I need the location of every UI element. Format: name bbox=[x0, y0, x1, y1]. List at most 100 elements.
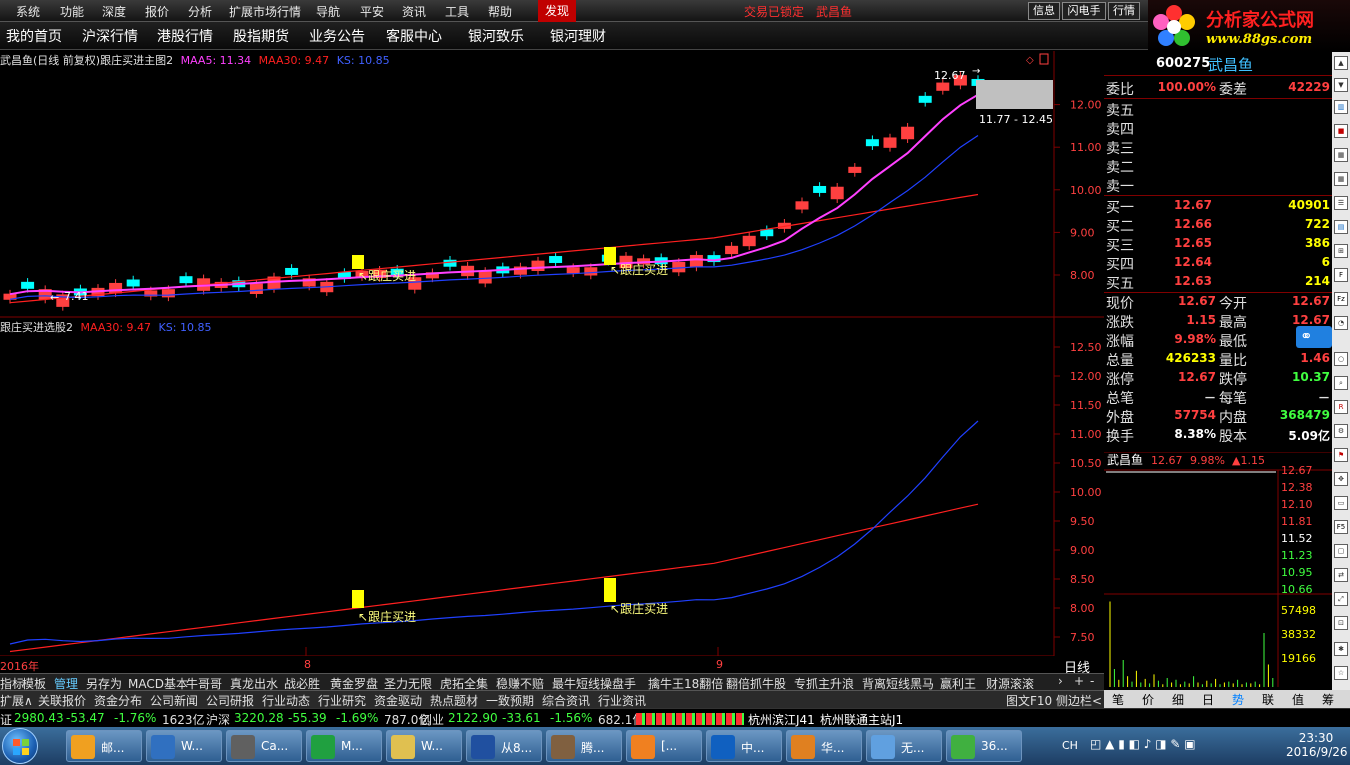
star-icon[interactable]: ☆ bbox=[1334, 666, 1348, 680]
menu-navigate[interactable]: 导航 bbox=[316, 3, 340, 20]
swap-icon[interactable]: ⇄ bbox=[1334, 568, 1348, 582]
taskbar-task[interactable]: 中... bbox=[706, 730, 782, 762]
info-tab[interactable]: 资金驱动 bbox=[374, 692, 422, 709]
taskbar-task[interactable]: M... bbox=[306, 730, 382, 762]
server-site[interactable]: 杭州联通主站J1 bbox=[820, 711, 903, 728]
buy-row[interactable]: 买四 12.64 6 bbox=[1104, 254, 1332, 273]
info-tab[interactable]: 公司研报 bbox=[206, 692, 254, 709]
quote-view-tab[interactable]: 日 bbox=[1202, 691, 1214, 708]
chart-icon[interactable]: ▤ bbox=[1334, 220, 1348, 234]
sell-row[interactable]: 卖四 bbox=[1104, 119, 1332, 138]
menu-pingan[interactable]: 平安 bbox=[360, 3, 384, 20]
quote-view-tab[interactable]: 筹 bbox=[1322, 691, 1334, 708]
taskbar-task[interactable]: W... bbox=[386, 730, 462, 762]
menu-news[interactable]: 资讯 bbox=[402, 3, 426, 20]
menu-discover[interactable]: 发现 bbox=[538, 0, 576, 22]
buy-row[interactable]: 买五 12.63 214 bbox=[1104, 273, 1332, 292]
system-clock[interactable]: 23:30 2016/9/26 bbox=[1286, 731, 1348, 759]
rss-icon[interactable]: R bbox=[1334, 400, 1348, 414]
quote-view-tab[interactable]: 细 bbox=[1172, 691, 1184, 708]
info-tab[interactable]: 综合资讯 bbox=[542, 692, 590, 709]
server-site[interactable]: 杭州滨江J41 bbox=[748, 711, 815, 728]
quote-view-tab[interactable]: 笔 bbox=[1112, 691, 1124, 708]
nav-home[interactable]: 我的首页 bbox=[6, 26, 62, 46]
info-tab[interactable]: 扩展∧ bbox=[0, 692, 33, 709]
nav-hk-market[interactable]: 港股行情 bbox=[157, 26, 213, 46]
list-icon[interactable]: ☰ bbox=[1334, 196, 1348, 210]
move-icon[interactable]: ✥ bbox=[1334, 472, 1348, 486]
window-icon[interactable] bbox=[1039, 53, 1049, 65]
taskbar-task[interactable]: W... bbox=[146, 730, 222, 762]
menu-help[interactable]: 帮助 bbox=[488, 3, 512, 20]
info-tab[interactable]: 行业动态 bbox=[262, 692, 310, 709]
taskbar-task[interactable]: 华... bbox=[786, 730, 862, 762]
taskbar-task[interactable]: 无... bbox=[866, 730, 942, 762]
info-tab[interactable]: 一致预期 bbox=[486, 692, 534, 709]
expand-icon[interactable]: ⤢ bbox=[1334, 592, 1348, 606]
sell-row[interactable]: 卖二 bbox=[1104, 157, 1332, 176]
flash-trade-button[interactable]: 闪电手 bbox=[1062, 2, 1106, 20]
start-button[interactable] bbox=[2, 728, 38, 764]
report-icon[interactable]: ⊞ bbox=[1334, 244, 1348, 258]
info-tab[interactable]: 资金分布 bbox=[94, 692, 142, 709]
f10-icon[interactable]: F bbox=[1334, 268, 1348, 282]
info-tab[interactable]: 公司新闻 bbox=[150, 692, 198, 709]
quote-view-tab[interactable]: 值 bbox=[1292, 691, 1304, 708]
nav-yinhe-zhile[interactable]: 银河致乐 bbox=[468, 26, 524, 46]
minus-icon[interactable]: - bbox=[1090, 674, 1094, 688]
kline-chart[interactable]: 12.00 11.00 10.00 9.00 8.00 12.50 12.00 11.50 1… bbox=[0, 51, 1104, 656]
info-tab[interactable]: 行业资讯 bbox=[598, 692, 646, 709]
index-name[interactable]: 创业 bbox=[420, 711, 444, 728]
table-icon[interactable]: ▦ bbox=[1334, 148, 1348, 162]
taskbar-task[interactable]: 从8... bbox=[466, 730, 542, 762]
chart-icon[interactable]: ▥ bbox=[1334, 100, 1348, 114]
market-button[interactable]: 行情 bbox=[1108, 2, 1140, 20]
nav-announcements[interactable]: 业务公告 bbox=[309, 26, 365, 46]
index-name[interactable]: 证 bbox=[0, 711, 12, 728]
quote-view-tab[interactable]: 价 bbox=[1142, 691, 1154, 708]
f5-icon[interactable]: F5 bbox=[1334, 520, 1348, 534]
buy-row[interactable]: 买一 12.67 40901 bbox=[1104, 197, 1332, 216]
arrow-up-icon[interactable]: ▲ bbox=[1334, 56, 1348, 70]
index-name[interactable]: 沪深 bbox=[206, 711, 230, 728]
arrow-down-icon[interactable]: ▼ bbox=[1334, 78, 1348, 92]
fiz-icon[interactable]: Fz bbox=[1334, 292, 1348, 306]
sell-row[interactable]: 卖三 bbox=[1104, 138, 1332, 157]
taskbar-task[interactable]: 36... bbox=[946, 730, 1022, 762]
buy-row[interactable]: 买二 12.66 722 bbox=[1104, 216, 1332, 235]
book-icon[interactable]: ■ bbox=[1334, 124, 1348, 138]
taskbar-task[interactable]: 腾... bbox=[546, 730, 622, 762]
kline-chart-area[interactable]: 12.00 11.00 10.00 9.00 8.00 12.50 12.00 11.50 1… bbox=[0, 51, 1104, 676]
quote-view-tab[interactable]: 联 bbox=[1262, 691, 1274, 708]
flag-icon[interactable]: ⚑ bbox=[1334, 448, 1348, 462]
arrow-right-icon[interactable]: › bbox=[1058, 674, 1063, 688]
window-icon[interactable]: ▢ bbox=[1334, 544, 1348, 558]
settings-icon[interactable]: ⚙ bbox=[1334, 424, 1348, 438]
info-tab-right[interactable]: 侧边栏< bbox=[1056, 692, 1102, 709]
circle-icon[interactable]: ○ bbox=[1334, 352, 1348, 366]
tray-icons[interactable]: ◰ ▲ ▮ ◧ ♪ ◨ ✎ ▣ bbox=[1090, 737, 1196, 751]
clock-icon[interactable]: ◔ bbox=[1334, 316, 1348, 330]
intraday-mini-chart[interactable]: 武昌鱼 12.67 9.98% ▲1.15 12.67 12.38 12.10 11.… bbox=[1104, 452, 1332, 687]
language-indicator[interactable]: CH bbox=[1062, 739, 1078, 752]
info-tab-right[interactable]: 图文F10 bbox=[1006, 692, 1052, 709]
menu-system[interactable]: 系统 bbox=[16, 3, 40, 20]
quote-view-tab[interactable]: 势 bbox=[1232, 691, 1244, 708]
sell-row[interactable]: 卖一 bbox=[1104, 176, 1332, 195]
menu-analysis[interactable]: 分析 bbox=[188, 3, 212, 20]
buy-row[interactable]: 买三 12.65 386 bbox=[1104, 235, 1332, 254]
taskbar-task[interactable]: [... bbox=[626, 730, 702, 762]
nav-index-futures[interactable]: 股指期货 bbox=[233, 26, 289, 46]
grid-icon[interactable]: ▦ bbox=[1334, 172, 1348, 186]
layout-icon[interactable]: ▭ bbox=[1334, 496, 1348, 510]
menu-depth[interactable]: 深度 bbox=[102, 3, 126, 20]
menu-extended-market[interactable]: 扩展市场行情 bbox=[229, 3, 301, 20]
info-button[interactable]: 信息 bbox=[1028, 2, 1060, 20]
nav-customer-service[interactable]: 客服中心 bbox=[386, 26, 442, 46]
info-tab[interactable]: 行业研究 bbox=[318, 692, 366, 709]
info-tab[interactable]: 热点题材 bbox=[430, 692, 478, 709]
menu-quote[interactable]: 报价 bbox=[145, 3, 169, 20]
plus-icon[interactable]: + bbox=[1074, 674, 1084, 688]
taskbar-task[interactable]: 邮... bbox=[66, 730, 142, 762]
info-tab[interactable]: 关联报价 bbox=[38, 692, 86, 709]
